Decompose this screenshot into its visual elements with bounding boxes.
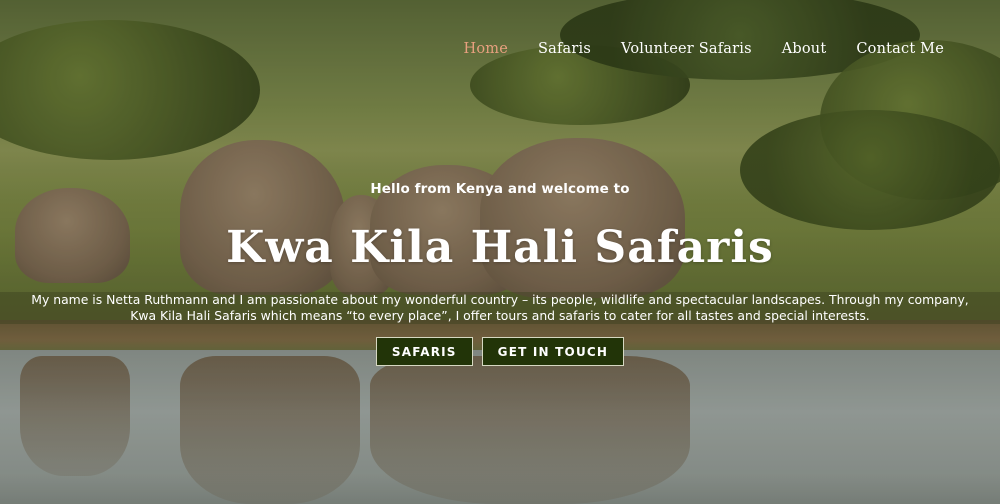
safaris-button[interactable]: SAFARIS xyxy=(375,337,473,366)
nav-item-contact-me[interactable]: Contact Me xyxy=(856,41,944,57)
nav-item-volunteer-safaris[interactable]: Volunteer Safaris xyxy=(621,41,752,57)
page-title: Kwa Kila Hali Safaris xyxy=(226,222,774,273)
hero-intro-text: My name is Netta Ruthmann and I am passi… xyxy=(31,292,969,323)
hero-greeting: Hello from Kenya and welcome to xyxy=(370,181,630,197)
hero-buttons: SAFARIS GET IN TOUCH xyxy=(0,337,1000,366)
nav-item-home[interactable]: Home xyxy=(463,41,508,57)
hero-section: Home Safaris Volunteer Safaris About Con… xyxy=(0,0,1000,504)
main-nav: Home Safaris Volunteer Safaris About Con… xyxy=(463,41,944,57)
nav-item-about[interactable]: About xyxy=(782,41,827,57)
nav-item-safaris[interactable]: Safaris xyxy=(538,41,591,57)
get-in-touch-button[interactable]: GET IN TOUCH xyxy=(481,337,625,366)
